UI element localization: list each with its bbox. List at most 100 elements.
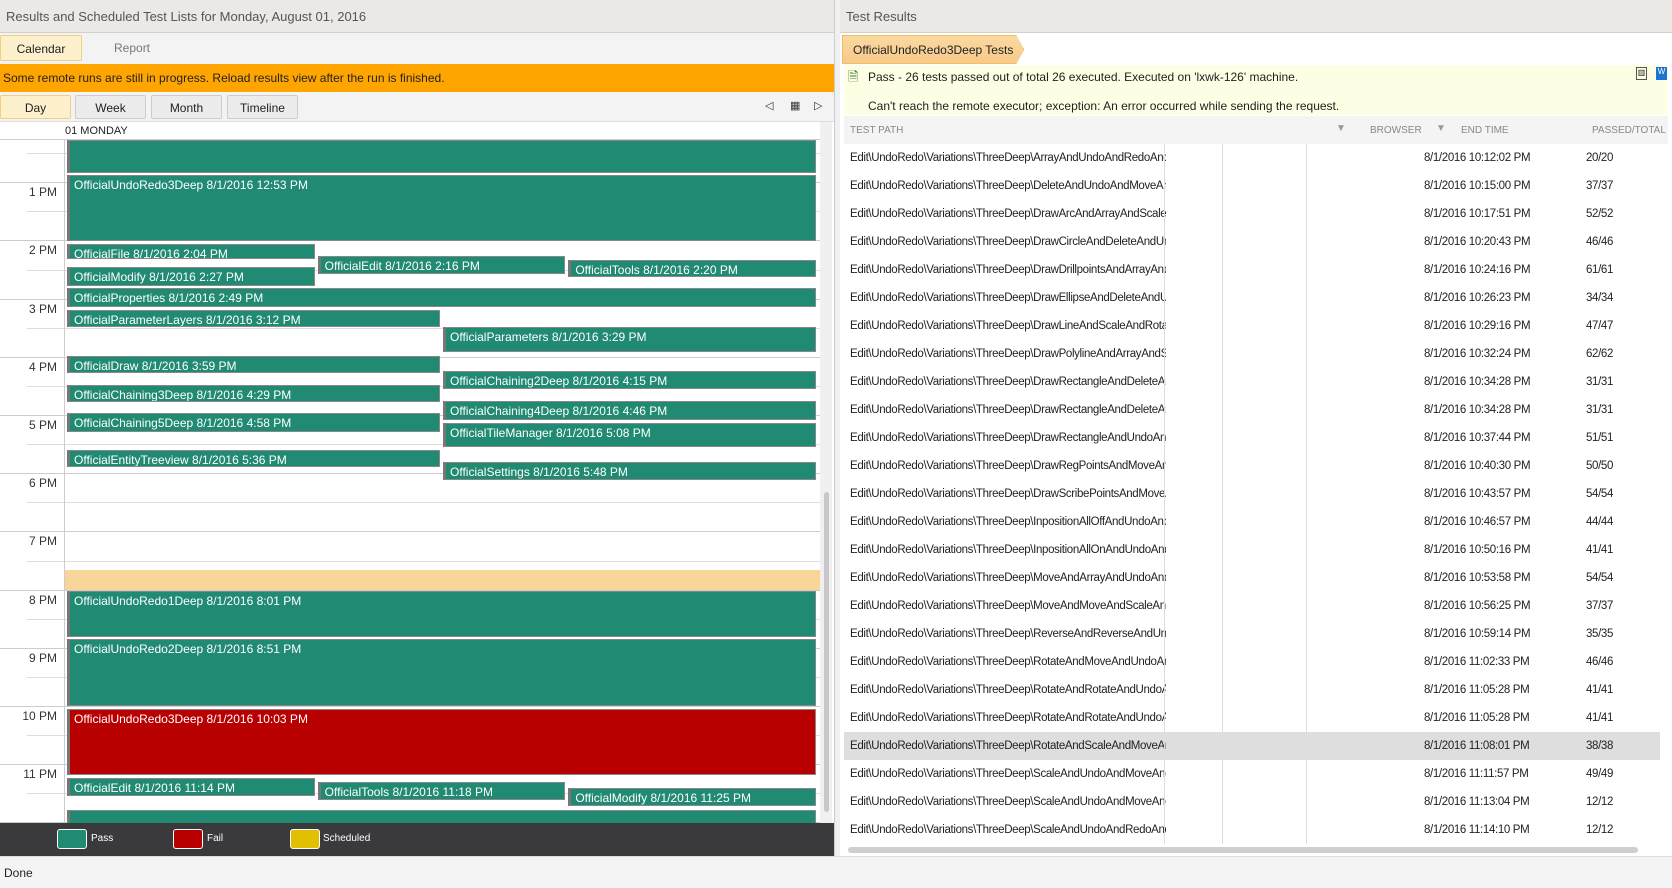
col-test-path[interactable]: TEST PATH [850,125,903,136]
table-row[interactable]: Edit\UndoRedo\Variations\ThreeDeep\Scale… [844,816,1660,844]
tab-calendar[interactable]: Calendar [0,35,82,61]
test-run-event[interactable]: OfficialDraw 8/1/2016 3:59 PM [67,355,440,374]
table-row[interactable]: Edit\UndoRedo\Variations\ThreeDeep\Scale… [844,788,1660,816]
test-run-event[interactable]: OfficialChaining5Deep 8/1/2016 4:58 PM [67,413,440,433]
view-tabs: Calendar Report [0,33,834,65]
week-view-button[interactable]: Week [75,95,146,119]
test-run-event[interactable]: OfficialUndoRedo2Deep 8/1/2016 8:51 PM [67,639,816,706]
test-path-cell: Edit\UndoRedo\Variations\ThreeDeep\MoveA… [850,572,1166,584]
col-passed-total[interactable]: PASSED/TOTAL [1592,125,1666,136]
table-row[interactable]: Edit\UndoRedo\Variations\ThreeDeep\Inpos… [844,536,1660,564]
result-summary: 🗎 Pass - 26 tests passed out of total 26… [844,65,1668,115]
calendar-scrollbar[interactable] [820,122,832,823]
passed-total-cell: 52/52 [1586,208,1614,220]
table-row[interactable]: Edit\UndoRedo\Variations\ThreeDeep\DrawP… [844,340,1660,368]
test-path-cell: Edit\UndoRedo\Variations\ThreeDeep\Rotat… [850,656,1166,668]
test-run-event[interactable]: OfficialChaining4Deep 8/1/2016 4:46 PM [443,401,816,420]
test-run-event[interactable]: OfficialTools 8/1/2016 11:18 PM [317,781,566,801]
table-row[interactable]: Edit\UndoRedo\Variations\ThreeDeep\DrawC… [844,228,1660,256]
table-row[interactable]: Edit\UndoRedo\Variations\ThreeDeep\Rotat… [844,648,1660,676]
hour-line [0,706,820,707]
end-time-cell: 8/1/2016 10:24:16 PM [1424,264,1531,276]
table-row[interactable]: Edit\UndoRedo\Variations\ThreeDeep\Scale… [844,760,1660,788]
test-run-event[interactable] [67,140,816,173]
month-view-button[interactable]: Month [151,95,222,119]
table-row[interactable]: Edit\UndoRedo\Variations\ThreeDeep\DrawR… [844,452,1660,480]
passed-total-cell: 31/31 [1586,404,1614,416]
test-run-event[interactable]: OfficialTools 8/1/2016 2:20 PM [568,259,816,278]
triangle-right-icon[interactable]: ▷ [814,99,822,112]
table-row[interactable]: Edit\UndoRedo\Variations\ThreeDeep\MoveA… [844,564,1660,592]
calendar-panel-title: Results and Scheduled Test Lists for Mon… [0,0,834,33]
table-row[interactable]: Edit\UndoRedo\Variations\ThreeDeep\Rever… [844,620,1660,648]
table-row[interactable]: Edit\UndoRedo\Variations\ThreeDeep\MoveA… [844,592,1660,620]
test-run-event[interactable]: OfficialEdit 8/1/2016 2:16 PM [317,255,566,275]
end-time-cell: 8/1/2016 10:53:58 PM [1424,572,1531,584]
table-row[interactable]: Edit\UndoRedo\Variations\ThreeDeep\Rotat… [844,676,1660,704]
day-grid[interactable]: 1 PM 2 PM 3 PM 4 PM 5 PM 6 PM 7 PM 8 PM 9 PM 10 P… [0,140,820,823]
passed-total-cell: 44/44 [1586,516,1614,528]
col-browser[interactable]: BROWSER [1370,125,1422,136]
selected-time-slot[interactable] [65,570,820,590]
end-time-cell: 8/1/2016 11:05:28 PM [1424,712,1530,724]
test-path-cell: Edit\UndoRedo\Variations\ThreeDeep\DrawR… [850,460,1166,472]
table-row[interactable]: Edit\UndoRedo\Variations\ThreeDeep\Rotat… [844,704,1660,732]
test-run-event[interactable]: OfficialParameterLayers 8/1/2016 3:12 PM [67,310,440,327]
test-run-event[interactable]: OfficialFile 8/1/2016 2:04 PM [67,244,315,259]
table-row[interactable]: Edit\UndoRedo\Variations\ThreeDeep\Delet… [844,172,1660,200]
table-row[interactable]: Edit\UndoRedo\Variations\ThreeDeep\DrawL… [844,312,1660,340]
hour-label: 10 PM [22,709,57,723]
legend-fail: Fail [207,833,224,844]
passed-total-cell: 12/12 [1586,824,1614,836]
test-run-event[interactable]: OfficialUndoRedo3Deep 8/1/2016 10:03 PM [67,708,816,775]
table-row[interactable]: Edit\UndoRedo\Variations\ThreeDeep\Array… [844,144,1660,172]
test-run-event[interactable]: OfficialEdit 8/1/2016 11:14 PM [67,777,315,797]
table-row[interactable]: Edit\UndoRedo\Variations\ThreeDeep\Rotat… [844,732,1660,760]
filter-icon[interactable]: ▼ [1336,123,1346,134]
table-row[interactable]: Edit\UndoRedo\Variations\ThreeDeep\DrawR… [844,424,1660,452]
passed-total-cell: 41/41 [1586,544,1614,556]
test-run-event[interactable]: OfficialChaining3Deep 8/1/2016 4:29 PM [67,384,440,403]
hour-label: 9 PM [28,650,57,665]
filter-icon[interactable]: ▼ [1436,123,1446,134]
day-view-button[interactable]: Day [0,95,71,119]
report-chart-icon[interactable]: ▥ [1636,67,1647,80]
end-time-cell: 8/1/2016 10:15:00 PM [1424,180,1531,192]
end-time-cell: 8/1/2016 10:29:16 PM [1424,320,1531,332]
hour-label: 4 PM [28,359,57,374]
table-row[interactable]: Edit\UndoRedo\Variations\ThreeDeep\DrawD… [844,256,1660,284]
table-row[interactable]: Edit\UndoRedo\Variations\ThreeDeep\DrawR… [844,368,1660,396]
test-path-cell: Edit\UndoRedo\Variations\ThreeDeep\DrawR… [850,404,1166,416]
test-run-event[interactable] [67,809,816,823]
test-run-event[interactable]: OfficialUndoRedo3Deep 8/1/2016 12:53 PM [67,175,816,242]
word-export-icon[interactable]: W [1656,67,1667,80]
scroll-thumb[interactable] [824,492,829,812]
triangle-left-icon[interactable]: ◁ [765,99,773,112]
test-run-event[interactable]: OfficialModify 8/1/2016 11:25 PM [568,788,816,806]
table-row[interactable]: Edit\UndoRedo\Variations\ThreeDeep\Inpos… [844,508,1660,536]
horizontal-scrollbar[interactable] [848,847,1638,853]
breadcrumb[interactable]: OfficialUndoRedo3Deep Tests [842,35,1024,64]
table-row[interactable]: Edit\UndoRedo\Variations\ThreeDeep\DrawE… [844,284,1660,312]
test-run-event[interactable]: OfficialModify 8/1/2016 2:27 PM [67,266,315,286]
test-path-cell: Edit\UndoRedo\Variations\ThreeDeep\Rotat… [850,684,1166,696]
test-run-event[interactable]: OfficialProperties 8/1/2016 2:49 PM [67,287,816,308]
table-row[interactable]: Edit\UndoRedo\Variations\ThreeDeep\DrawR… [844,396,1660,424]
passed-total-cell: 41/41 [1586,684,1614,696]
table-row[interactable]: Edit\UndoRedo\Variations\ThreeDeep\DrawS… [844,480,1660,508]
hour-label: 3 PM [28,301,57,316]
tab-report[interactable]: Report [102,35,162,61]
test-run-event[interactable]: OfficialUndoRedo1Deep 8/1/2016 8:01 PM [67,590,816,638]
hour-label: 2 PM [28,243,57,258]
timeline-view-button[interactable]: Timeline [227,95,298,119]
legend-scheduled: Scheduled [323,833,371,844]
test-run-event[interactable]: OfficialParameters 8/1/2016 3:29 PM [443,326,816,352]
col-end-time[interactable]: END TIME [1461,125,1509,136]
passed-total-cell: 46/46 [1586,236,1614,248]
calendar-grid-icon[interactable]: ▦ [790,99,800,112]
test-run-event[interactable]: OfficialEntityTreeview 8/1/2016 5:36 PM [67,449,440,468]
table-row[interactable]: Edit\UndoRedo\Variations\ThreeDeep\DrawA… [844,200,1660,228]
test-run-event[interactable]: OfficialTileManager 8/1/2016 5:08 PM [443,422,816,447]
test-run-event[interactable]: OfficialSettings 8/1/2016 5:48 PM [443,461,816,480]
test-run-event[interactable]: OfficialChaining2Deep 8/1/2016 4:15 PM [443,371,816,389]
